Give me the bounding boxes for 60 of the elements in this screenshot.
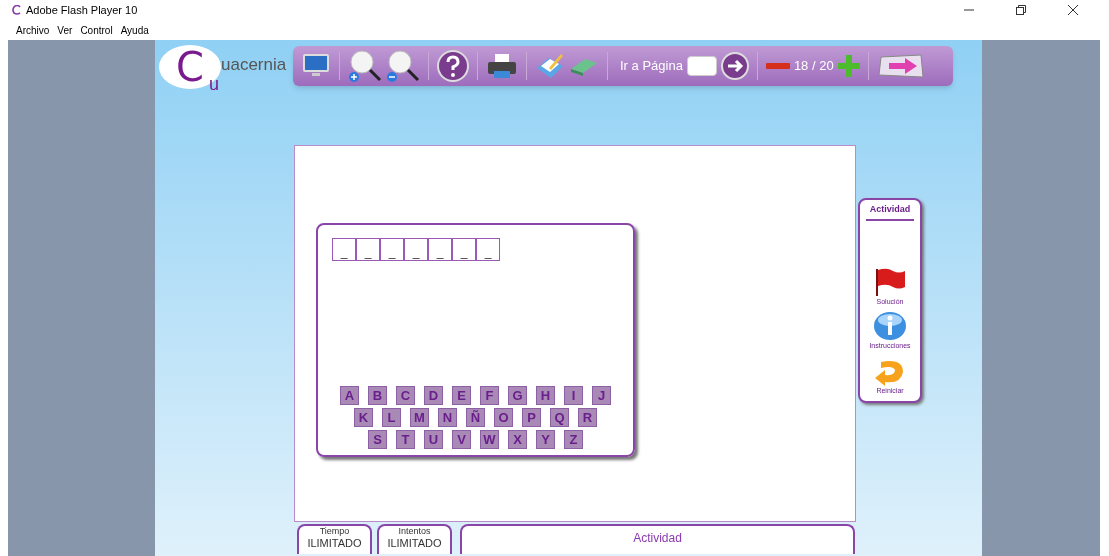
letter-key[interactable]: E: [452, 386, 471, 405]
letter-slot: _: [332, 238, 356, 261]
letter-slot: _: [476, 238, 500, 261]
letter-key[interactable]: L: [382, 408, 401, 427]
app-icon: [12, 5, 22, 15]
window-title: Adobe Flash Player 10: [26, 2, 138, 18]
printer-icon[interactable]: [486, 52, 518, 80]
letter-key[interactable]: Z: [564, 430, 583, 449]
stat-value: ILIMITADO: [387, 537, 442, 550]
letter-key[interactable]: W: [480, 430, 499, 449]
edit-pencil-icon[interactable]: [535, 52, 565, 80]
letter-key[interactable]: J: [592, 386, 611, 405]
letter-key[interactable]: X: [508, 430, 527, 449]
letter-key[interactable]: A: [340, 386, 359, 405]
letter-key[interactable]: I: [564, 386, 583, 405]
stat-label: Tiempo: [319, 526, 350, 537]
letter-slot: _: [380, 238, 404, 261]
letter-slot: _: [404, 238, 428, 261]
letter-key[interactable]: M: [410, 408, 429, 427]
letter-key[interactable]: R: [578, 408, 597, 427]
activity-title: Actividad: [633, 532, 682, 547]
menu-item[interactable]: Control: [80, 22, 113, 38]
letter-slot: _: [356, 238, 380, 261]
letter-key[interactable]: D: [424, 386, 443, 405]
page-field[interactable]: [686, 56, 717, 76]
letter-key[interactable]: T: [396, 430, 415, 449]
letter-key[interactable]: O: [494, 408, 513, 427]
restore-icon: [1016, 5, 1026, 15]
letter-key[interactable]: B: [368, 386, 387, 405]
close-icon: [1068, 5, 1078, 15]
letter-key[interactable]: H: [536, 386, 555, 405]
letter-key[interactable]: S: [368, 430, 387, 449]
zoom-in-icon[interactable]: [348, 49, 382, 83]
stat-label: Intentos: [398, 526, 431, 537]
letter-key[interactable]: F: [480, 386, 499, 405]
stat-value: ILIMITADO: [307, 537, 362, 550]
goto-page-label: Ir a Página: [620, 57, 683, 76]
menu-item[interactable]: Archivo: [16, 22, 50, 38]
letter-key[interactable]: G: [508, 386, 527, 405]
letter-key[interactable]: Ñ: [466, 408, 485, 427]
menu-item[interactable]: Ayuda: [120, 22, 149, 38]
letter-key[interactable]: N: [438, 408, 457, 427]
letter-key[interactable]: K: [354, 408, 373, 427]
help-icon[interactable]: [437, 50, 469, 82]
letter-key[interactable]: U: [424, 430, 443, 449]
exit-arrow-icon[interactable]: [876, 53, 925, 79]
letter-key[interactable]: Q: [550, 408, 569, 427]
letter-key[interactable]: V: [452, 430, 471, 449]
letter-key[interactable]: P: [522, 408, 541, 427]
menu-item[interactable]: Ver: [57, 22, 73, 38]
letter-slot: _: [428, 238, 452, 261]
side-panel-title: Actividad: [865, 203, 915, 221]
flag-icon: [873, 266, 907, 297]
letter-slot: _: [452, 238, 476, 261]
zoom-out-icon[interactable]: [386, 49, 420, 83]
monitor-icon[interactable]: [301, 53, 331, 79]
info-icon: [873, 311, 907, 341]
letter-key[interactable]: Y: [536, 430, 555, 449]
letter-key[interactable]: C: [396, 386, 415, 405]
page-counter: 18 / 20: [793, 57, 834, 76]
